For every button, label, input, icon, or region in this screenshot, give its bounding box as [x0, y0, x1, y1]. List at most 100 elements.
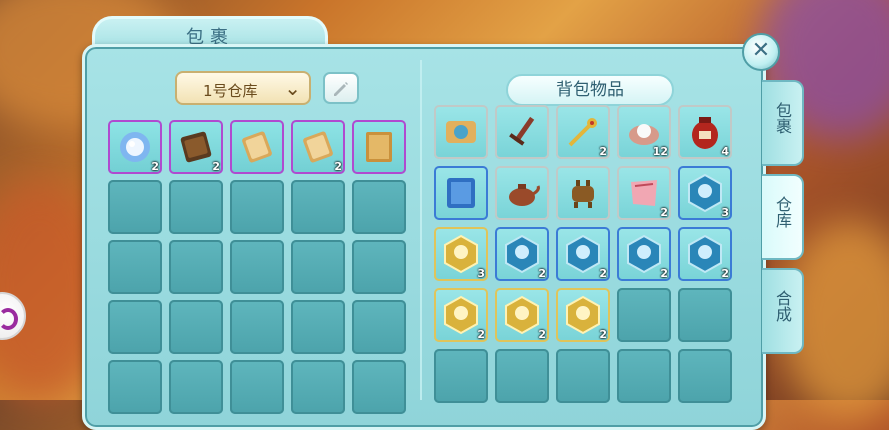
item-count: 2	[660, 206, 668, 219]
pink-cloth-icon	[631, 180, 657, 206]
rename-button[interactable]	[323, 72, 359, 104]
inventory-slot[interactable]	[291, 300, 345, 354]
inventory-slot[interactable]	[352, 120, 406, 174]
inventory-slot[interactable]	[230, 240, 284, 294]
tab-synthesis[interactable]: 合成	[762, 268, 804, 354]
pearl-flower-icon	[120, 132, 150, 162]
item-count: 4	[721, 145, 729, 158]
warehouse-dropdown-label: 1号仓库	[203, 82, 258, 100]
inventory-slot[interactable]: 2	[678, 227, 732, 281]
inventory-slot[interactable]	[495, 349, 549, 403]
inventory-slot[interactable]	[617, 349, 671, 403]
inventory-slot[interactable]	[230, 360, 284, 414]
inventory-slot[interactable]	[495, 166, 549, 220]
item-count: 12	[652, 145, 668, 158]
inventory-slot[interactable]: 2	[556, 227, 610, 281]
item-count: 2	[599, 328, 607, 341]
inventory-slot[interactable]: 2	[291, 120, 345, 174]
item-count: 2	[660, 267, 668, 280]
item-count: 2	[477, 328, 485, 341]
gold-hex-badge-icon	[505, 295, 539, 335]
gold-hex-badge-icon	[444, 234, 478, 274]
item-count: 3	[721, 206, 729, 219]
inventory-slot[interactable]: 2	[617, 166, 671, 220]
inventory-slot[interactable]: 2	[108, 120, 162, 174]
tab-warehouse-label: 仓库	[773, 196, 792, 228]
inventory-slot[interactable]: 3	[678, 166, 732, 220]
blue-hex-badge-icon	[688, 234, 722, 274]
inventory-slot[interactable]	[434, 105, 488, 159]
inventory-slot[interactable]	[434, 349, 488, 403]
tan-tablet-icon	[242, 131, 272, 163]
item-count: 2	[151, 160, 159, 173]
inventory-slot[interactable]	[352, 240, 406, 294]
item-count: 2	[212, 160, 220, 173]
inventory-slot[interactable]	[352, 180, 406, 234]
inventory-slot[interactable]: 4	[678, 105, 732, 159]
pencil-icon	[334, 82, 348, 96]
inventory-slot[interactable]	[434, 166, 488, 220]
inventory-slot[interactable]	[291, 360, 345, 414]
inventory-slot[interactable]	[108, 180, 162, 234]
inventory-slot[interactable]: 3	[434, 227, 488, 281]
inventory-slot[interactable]	[291, 180, 345, 234]
inventory-slot[interactable]: 2	[617, 227, 671, 281]
tan-tablet-icon	[303, 131, 333, 163]
tab-bag[interactable]: 包裹	[762, 80, 804, 166]
blue-hex-badge-icon	[627, 234, 661, 274]
inventory-slot[interactable]	[169, 240, 223, 294]
inventory-slot[interactable]	[495, 105, 549, 159]
blue-hex-badge-icon	[505, 234, 539, 274]
blue-book-icon	[447, 178, 475, 208]
inventory-slot[interactable]	[169, 180, 223, 234]
item-count: 2	[538, 267, 546, 280]
inventory-slot[interactable]	[230, 180, 284, 234]
item-count: 3	[477, 267, 485, 280]
inventory-slot[interactable]	[108, 240, 162, 294]
inventory-slot[interactable]	[169, 300, 223, 354]
inventory-slot[interactable]: 2	[169, 120, 223, 174]
chevron-down-icon: ⌄	[284, 76, 301, 100]
item-count: 2	[599, 145, 607, 158]
inventory-slot[interactable]	[108, 360, 162, 414]
teapot-icon	[509, 184, 540, 206]
blue-hex-badge-icon	[688, 173, 722, 213]
close-button[interactable]: ✕	[742, 33, 780, 71]
inventory-slot[interactable]	[230, 300, 284, 354]
scroll-icon	[446, 121, 476, 143]
warehouse-dropdown[interactable]: 1号仓库 ⌄	[175, 71, 311, 105]
wine-jar-icon	[692, 117, 718, 149]
gold-hex-badge-icon	[444, 295, 478, 335]
inventory-slot[interactable]: 12	[617, 105, 671, 159]
inventory-slot[interactable]	[617, 288, 671, 342]
inventory-slot[interactable]	[352, 300, 406, 354]
inventory-slot[interactable]	[108, 300, 162, 354]
backpack-title: 背包物品	[506, 74, 674, 106]
blue-hex-badge-icon	[566, 234, 600, 274]
sword-icon	[509, 116, 535, 146]
inventory-slot[interactable]: 2	[495, 288, 549, 342]
tab-warehouse[interactable]: 仓库	[762, 174, 804, 260]
inventory-slot[interactable]: 2	[556, 105, 610, 159]
panel-divider	[420, 60, 422, 400]
dark-tablet-icon	[180, 131, 212, 163]
inventory-slot[interactable]	[678, 288, 732, 342]
item-count: 2	[599, 267, 607, 280]
inventory-slot[interactable]: 2	[495, 227, 549, 281]
bronze-cauldron-icon	[572, 180, 594, 208]
inventory-slot[interactable]	[678, 349, 732, 403]
tab-synthesis-label: 合成	[773, 290, 792, 322]
inventory-slot[interactable]: 2	[434, 288, 488, 342]
inventory-slot[interactable]	[352, 360, 406, 414]
scroll-sheet-icon	[366, 132, 392, 162]
inventory-slot[interactable]	[169, 360, 223, 414]
inventory-slot[interactable]	[556, 166, 610, 220]
item-count: 2	[334, 160, 342, 173]
item-count: 2	[538, 328, 546, 341]
gold-hex-badge-icon	[566, 295, 600, 335]
inventory-slot[interactable]: 2	[556, 288, 610, 342]
inventory-slot[interactable]	[230, 120, 284, 174]
inventory-slot[interactable]	[556, 349, 610, 403]
inventory-slot[interactable]	[291, 240, 345, 294]
close-icon: ✕	[751, 38, 771, 63]
